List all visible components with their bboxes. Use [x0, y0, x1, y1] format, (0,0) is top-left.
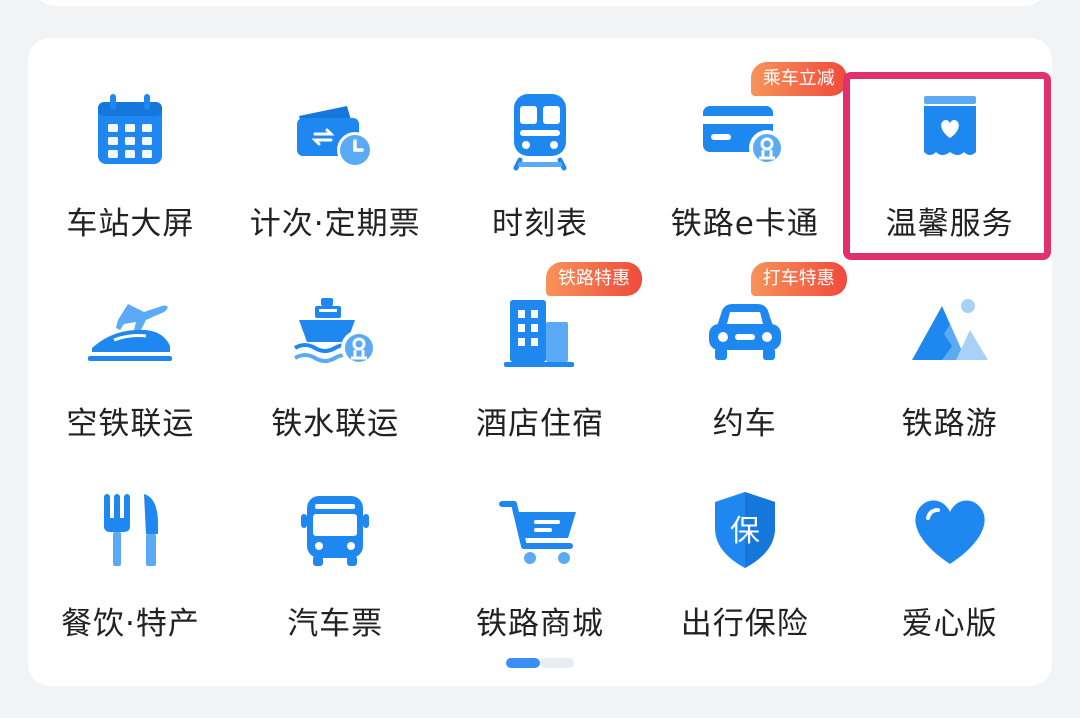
mountain-icon — [904, 284, 996, 376]
service-label: 计次·定期票 — [249, 206, 421, 242]
service-item-e-card[interactable]: 乘车立减 铁路e卡通 — [642, 62, 847, 268]
service-item-travel-insurance[interactable]: 保 出行保险 — [642, 468, 847, 668]
train-icon — [494, 84, 586, 176]
hotel-icon — [494, 284, 586, 376]
service-item-bus-ticket[interactable]: 汽车票 — [233, 468, 438, 668]
service-label: 车站大屏 — [66, 206, 195, 242]
service-item-ride-hailing[interactable]: 打车特惠 约车 — [642, 262, 847, 468]
promo-badge: 打车特惠 — [750, 262, 847, 296]
service-label: 汽车票 — [287, 606, 384, 642]
car-icon — [699, 284, 791, 376]
service-label: 餐饮·特产 — [60, 606, 200, 642]
promo-badge: 铁路特惠 — [545, 262, 642, 296]
service-item-hotel[interactable]: 铁路特惠 酒店住宿 — [438, 262, 643, 468]
service-item-air-rail[interactable]: 空铁联运 — [28, 268, 233, 468]
service-label: 铁路商城 — [475, 606, 604, 642]
service-item-dining[interactable]: 餐饮·特产 — [28, 468, 233, 668]
service-grid: 车站大屏 计次·定期票 时刻表 乘车立减 铁路e卡通 温馨服务 空铁联运 铁水联… — [28, 62, 1052, 668]
top-card — [36, 0, 1044, 6]
service-item-rail-mall[interactable]: 铁路商城 — [438, 468, 643, 668]
service-label: 空铁联运 — [66, 406, 195, 442]
service-label: 出行保险 — [680, 606, 809, 642]
calendar-icon — [84, 84, 176, 176]
service-label: 铁水联运 — [271, 406, 400, 442]
service-label: 酒店住宿 — [475, 406, 604, 442]
page-dot[interactable] — [540, 658, 574, 668]
service-label: 约车 — [712, 406, 777, 442]
service-item-care-mode[interactable]: 爱心版 — [847, 468, 1052, 668]
service-item-warm-service[interactable]: 温馨服务 — [847, 68, 1052, 268]
cart-icon — [494, 484, 586, 576]
service-item-rail-water[interactable]: 铁水联运 — [233, 268, 438, 468]
promo-badge: 乘车立减 — [750, 62, 847, 96]
service-item-timetable[interactable]: 时刻表 — [438, 68, 643, 268]
service-label: 时刻表 — [491, 206, 588, 242]
service-item-station-screen[interactable]: 车站大屏 — [28, 68, 233, 268]
heart-icon — [904, 484, 996, 576]
fork-knife-icon — [84, 484, 176, 576]
service-label: 温馨服务 — [885, 206, 1014, 242]
service-label: 爱心版 — [901, 606, 998, 642]
service-label: 铁路游 — [901, 406, 998, 442]
shield-icon: 保 — [699, 484, 791, 576]
card-icon — [699, 84, 791, 176]
ship-icon — [289, 284, 381, 376]
ticket-clock-icon — [289, 84, 381, 176]
service-item-period-ticket[interactable]: 计次·定期票 — [233, 68, 438, 268]
service-item-rail-travel[interactable]: 铁路游 — [847, 268, 1052, 468]
page-indicator — [506, 658, 574, 668]
plane-train-icon — [84, 284, 176, 376]
service-panel: 车站大屏 计次·定期票 时刻表 乘车立减 铁路e卡通 温馨服务 空铁联运 铁水联… — [28, 38, 1052, 686]
bus-icon — [289, 484, 381, 576]
shield-label: 保 — [730, 514, 760, 549]
service-label: 铁路e卡通 — [670, 206, 819, 242]
heart-box-icon — [904, 84, 996, 176]
page-dot-active[interactable] — [506, 658, 540, 668]
